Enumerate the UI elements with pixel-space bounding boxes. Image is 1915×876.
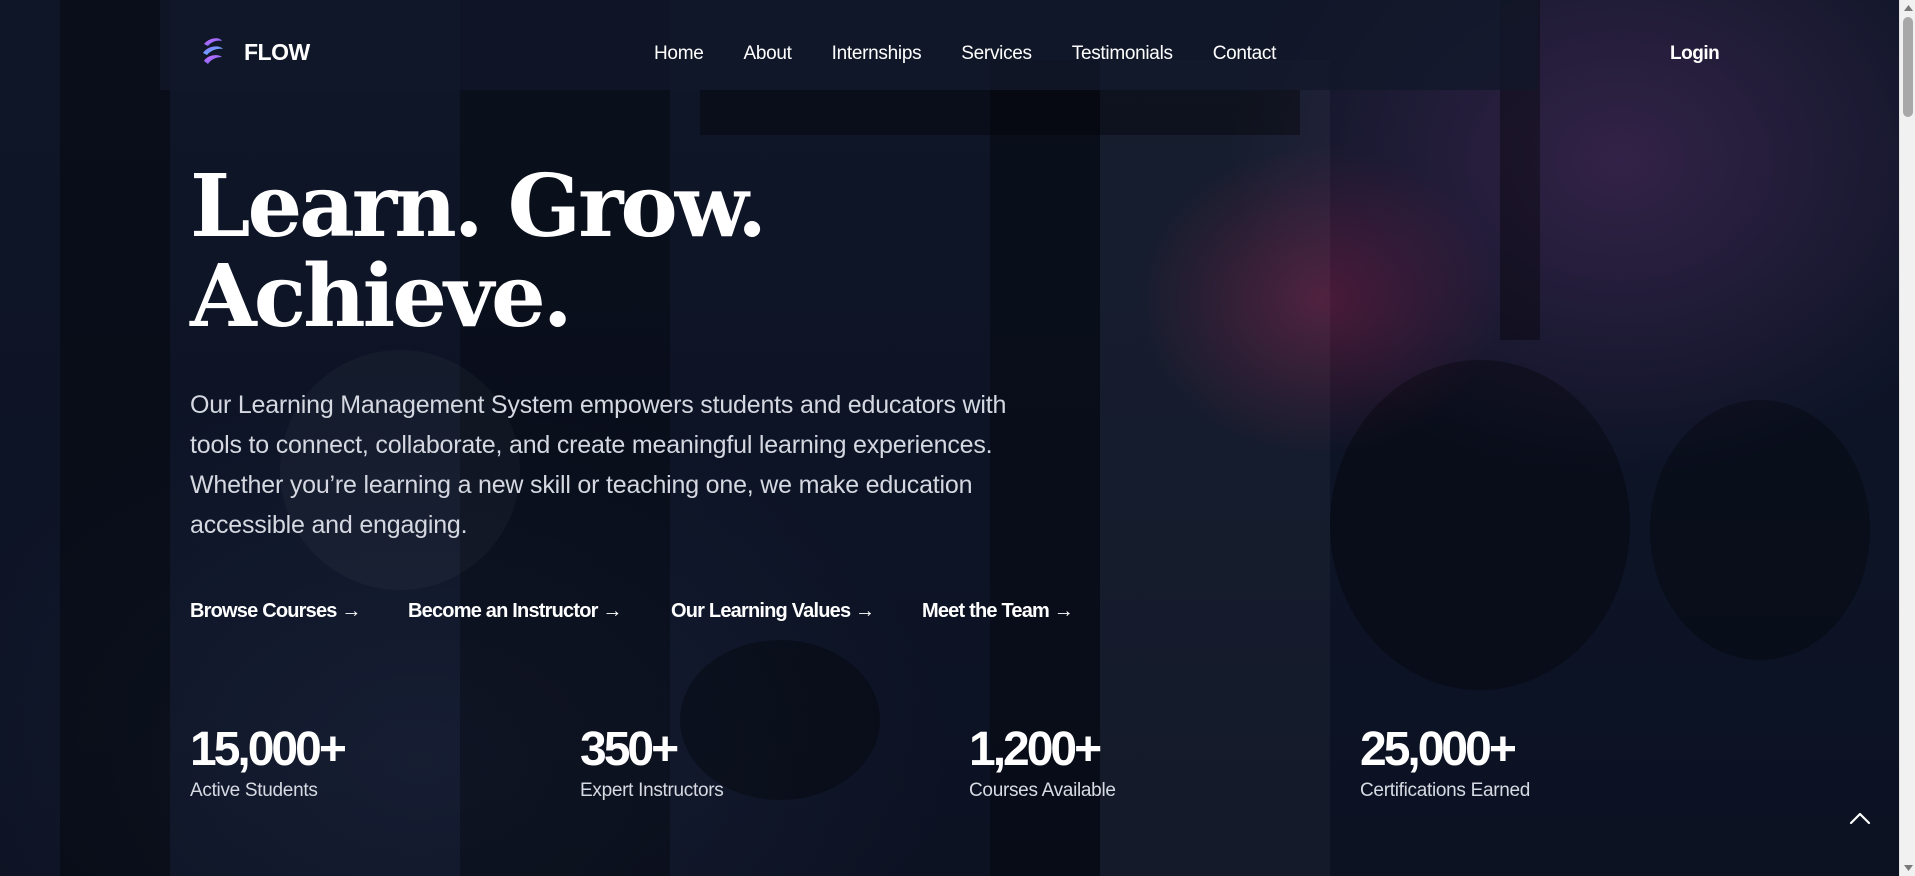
background-shape xyxy=(1650,400,1870,660)
scroll-down-arrow-icon[interactable] xyxy=(1900,860,1915,876)
stat-value: 1,200+ xyxy=(969,723,1102,776)
background-shape xyxy=(700,90,1300,135)
nav-link-home[interactable]: Home xyxy=(654,40,704,68)
nav-link-about[interactable]: About xyxy=(743,40,791,68)
stat-value: 25,000+ xyxy=(1360,723,1517,776)
browse-courses-link[interactable]: Browse Courses → xyxy=(190,596,361,626)
brand-name: FLOW xyxy=(244,38,310,65)
flow-logo-icon xyxy=(203,38,223,64)
stat-item: 350+ Expert Instructors xyxy=(580,722,724,804)
nav-link-services[interactable]: Services xyxy=(961,40,1032,68)
scrollbar-thumb[interactable] xyxy=(1903,17,1913,117)
hero-title: Learn. Grow. Achieve. xyxy=(190,156,767,347)
nav-link-internships[interactable]: Internships xyxy=(832,40,922,68)
background-shape xyxy=(60,0,170,876)
brand-link[interactable]: FLOW xyxy=(200,34,310,70)
nav-link-testimonials[interactable]: Testimonials xyxy=(1072,40,1173,68)
nav-link-contact[interactable]: Contact xyxy=(1213,40,1277,68)
chevron-up-icon xyxy=(1849,812,1871,825)
stat-value: 350+ xyxy=(580,723,679,776)
learning-values-link[interactable]: Our Learning Values → xyxy=(671,596,875,626)
stat-item: 15,000+ Active Students xyxy=(190,722,347,804)
nav-links: Home About Internships Services Testimon… xyxy=(654,40,1276,68)
meet-team-link[interactable]: Meet the Team → xyxy=(922,596,1074,626)
hero-description: Our Learning Management System empowers … xyxy=(190,391,1007,539)
stat-label: Courses Available xyxy=(969,780,1116,801)
hero-title-line: Learn. Grow. xyxy=(190,156,767,257)
vertical-scrollbar[interactable] xyxy=(1899,0,1915,876)
background-shape xyxy=(1330,360,1630,690)
become-instructor-link[interactable]: Become an Instructor → xyxy=(408,596,622,626)
scroll-up-arrow-icon[interactable] xyxy=(1900,0,1915,16)
page: FLOW Home About Internships Services Tes… xyxy=(0,0,1915,876)
stat-label: Expert Instructors xyxy=(580,780,724,801)
stat-value: 15,000+ xyxy=(190,723,347,776)
navbar: FLOW Home About Internships Services Tes… xyxy=(160,0,1720,90)
hero-title-line: Achieve. xyxy=(190,246,573,347)
stat-label: Certifications Earned xyxy=(1360,780,1531,801)
login-button[interactable]: Login xyxy=(1670,40,1720,68)
back-to-top-button[interactable] xyxy=(1838,800,1882,836)
background-shape xyxy=(1100,60,1330,876)
stat-item: 1,200+ Courses Available xyxy=(969,722,1116,804)
stat-label: Active Students xyxy=(190,780,318,801)
stat-item: 25,000+ Certifications Earned xyxy=(1360,722,1530,804)
